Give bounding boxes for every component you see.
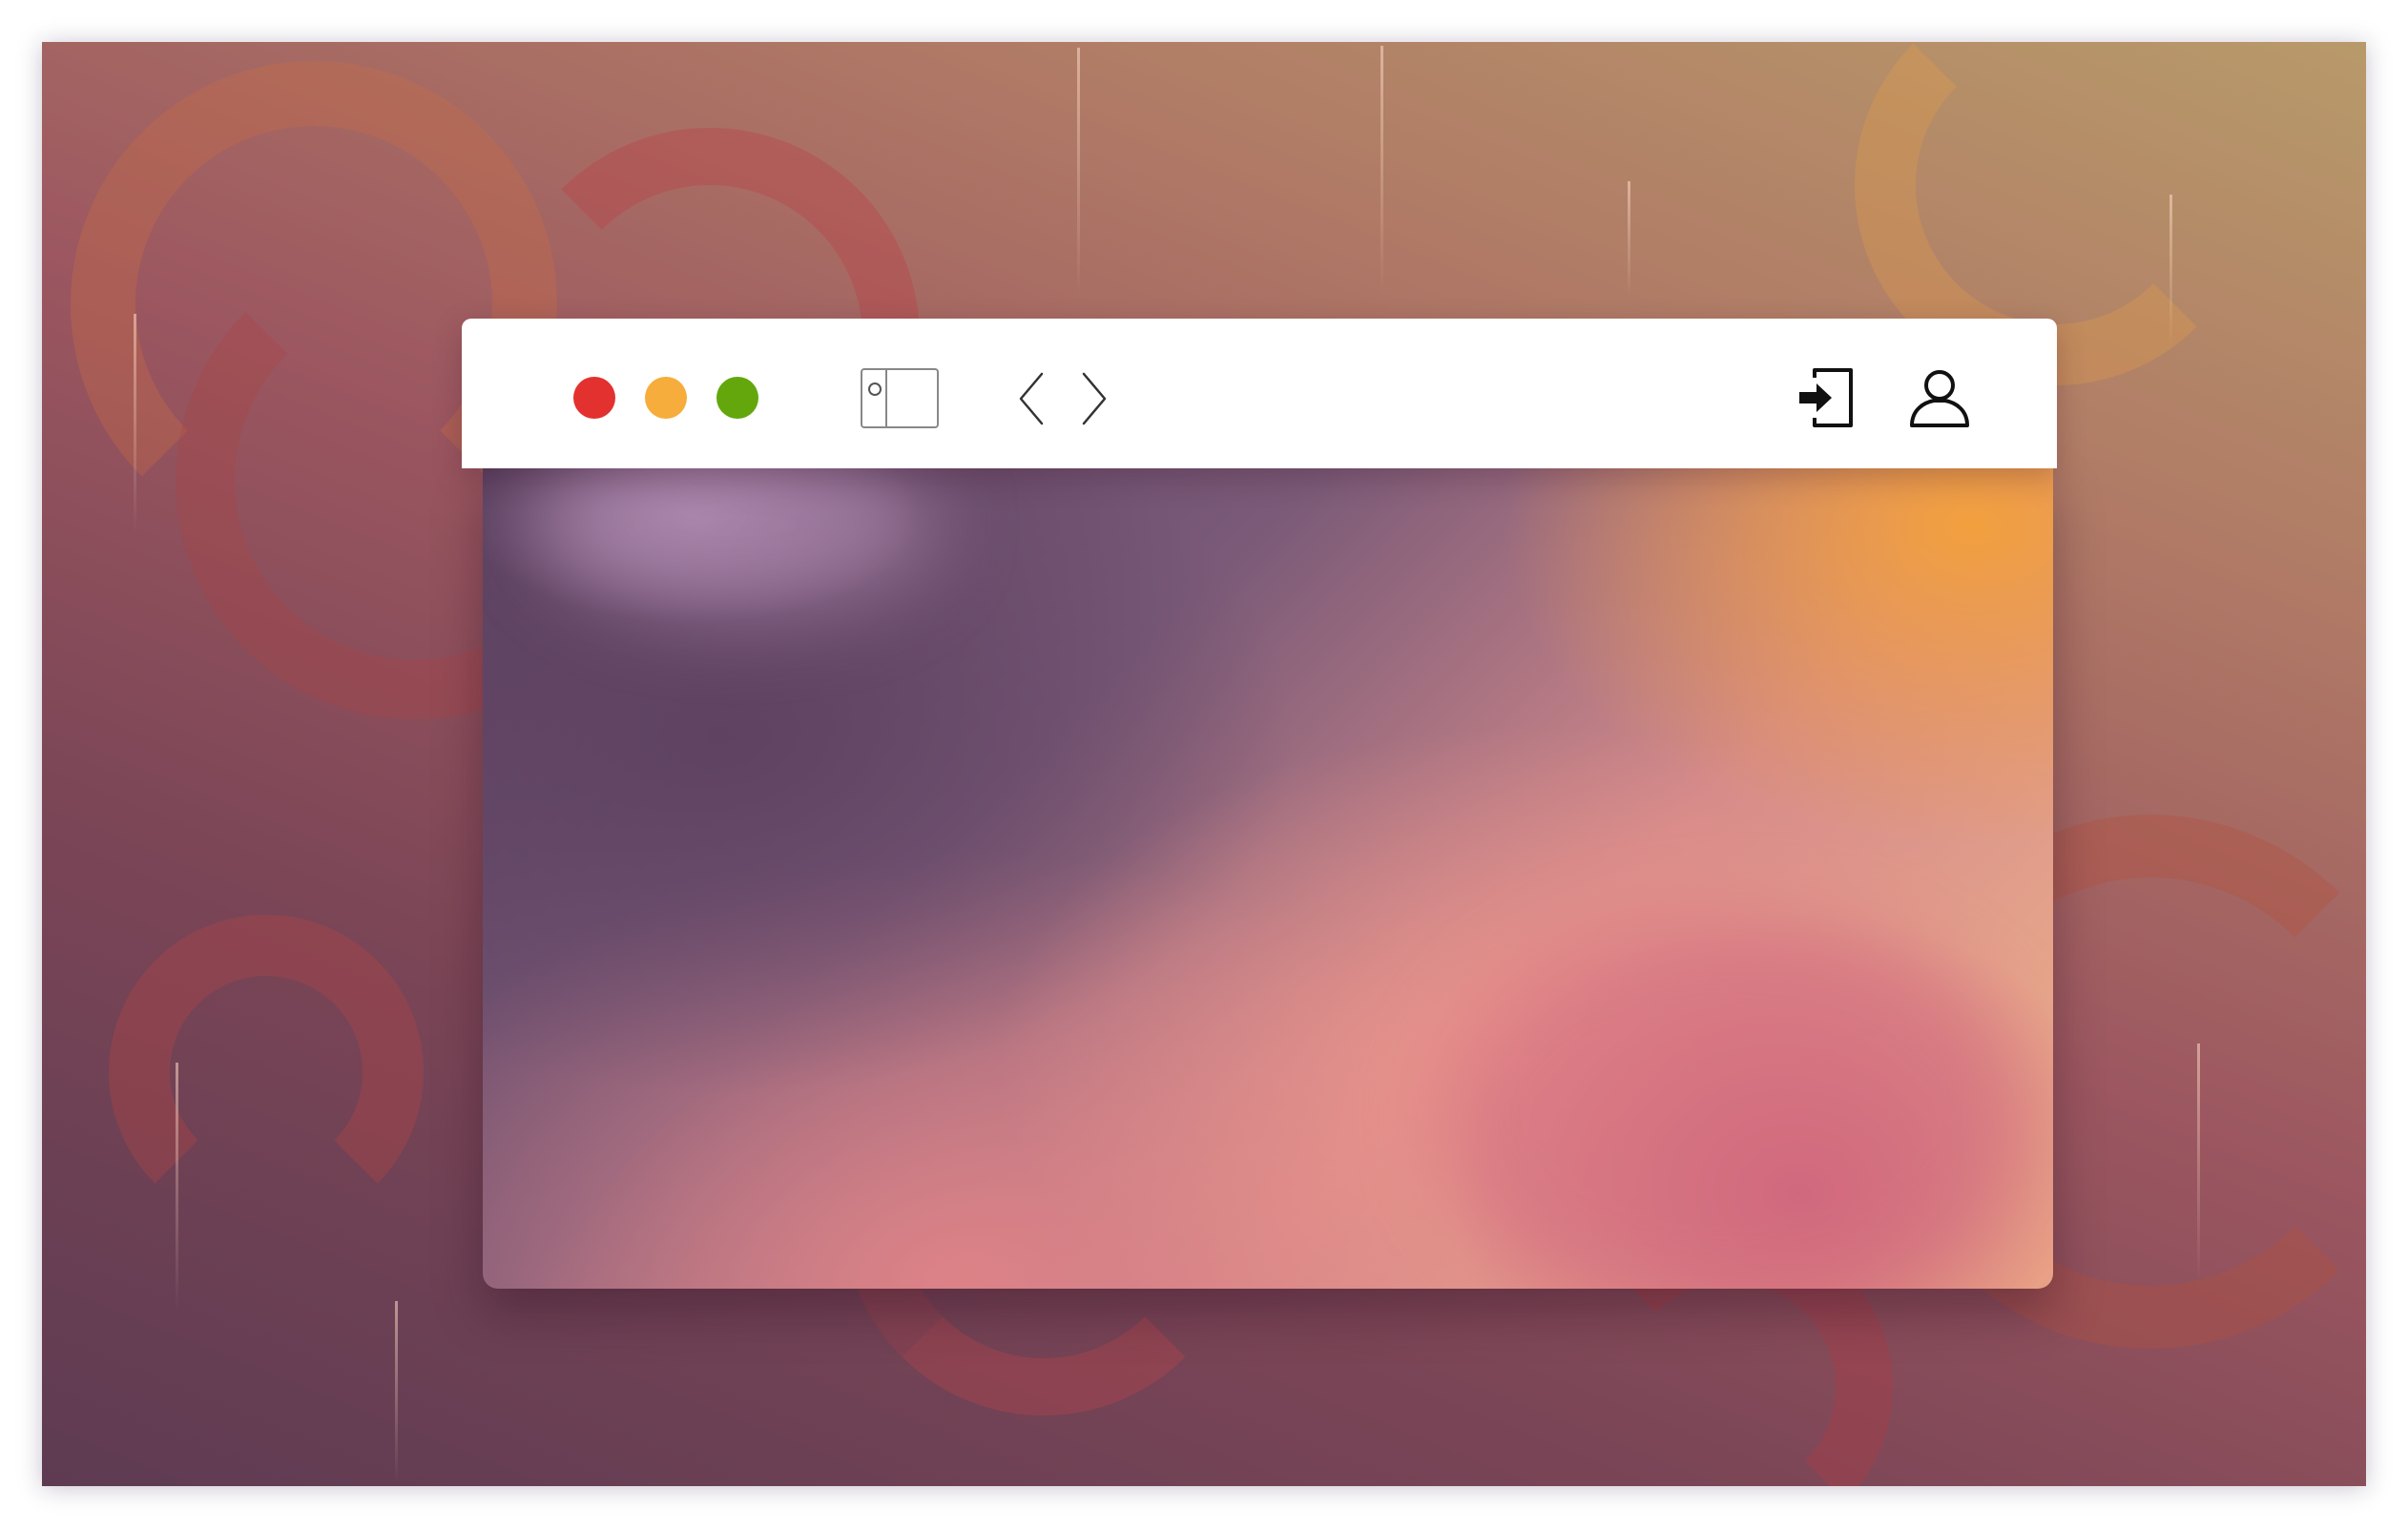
sidebar-divider <box>885 370 887 426</box>
content-viewport[interactable] <box>483 468 2053 1289</box>
sidebar-dot <box>868 382 882 396</box>
back-chevron-icon[interactable] <box>1013 366 1051 431</box>
light-streak <box>1077 48 1080 296</box>
light-streak <box>2169 195 2172 347</box>
user-account-icon[interactable] <box>1904 362 1975 433</box>
light-streak <box>176 1063 178 1311</box>
light-streak <box>1380 46 1383 294</box>
maximize-button[interactable] <box>716 377 758 419</box>
minimize-button[interactable] <box>645 377 687 419</box>
light-streak <box>395 1301 398 1482</box>
light-streak <box>2197 1044 2200 1282</box>
browser-window <box>462 319 2057 1289</box>
decorative-arc <box>109 915 424 1230</box>
sign-in-icon[interactable] <box>1794 362 1864 433</box>
window-toolbar <box>462 319 2057 468</box>
forward-chevron-icon[interactable] <box>1074 366 1112 431</box>
light-streak <box>1628 181 1630 296</box>
close-button[interactable] <box>573 377 615 419</box>
sidebar-toggle-icon[interactable] <box>861 368 939 428</box>
gradient-blob <box>540 468 941 621</box>
desktop-background <box>42 42 2366 1486</box>
gradient-blob <box>1437 917 2028 1289</box>
light-streak <box>134 314 136 533</box>
